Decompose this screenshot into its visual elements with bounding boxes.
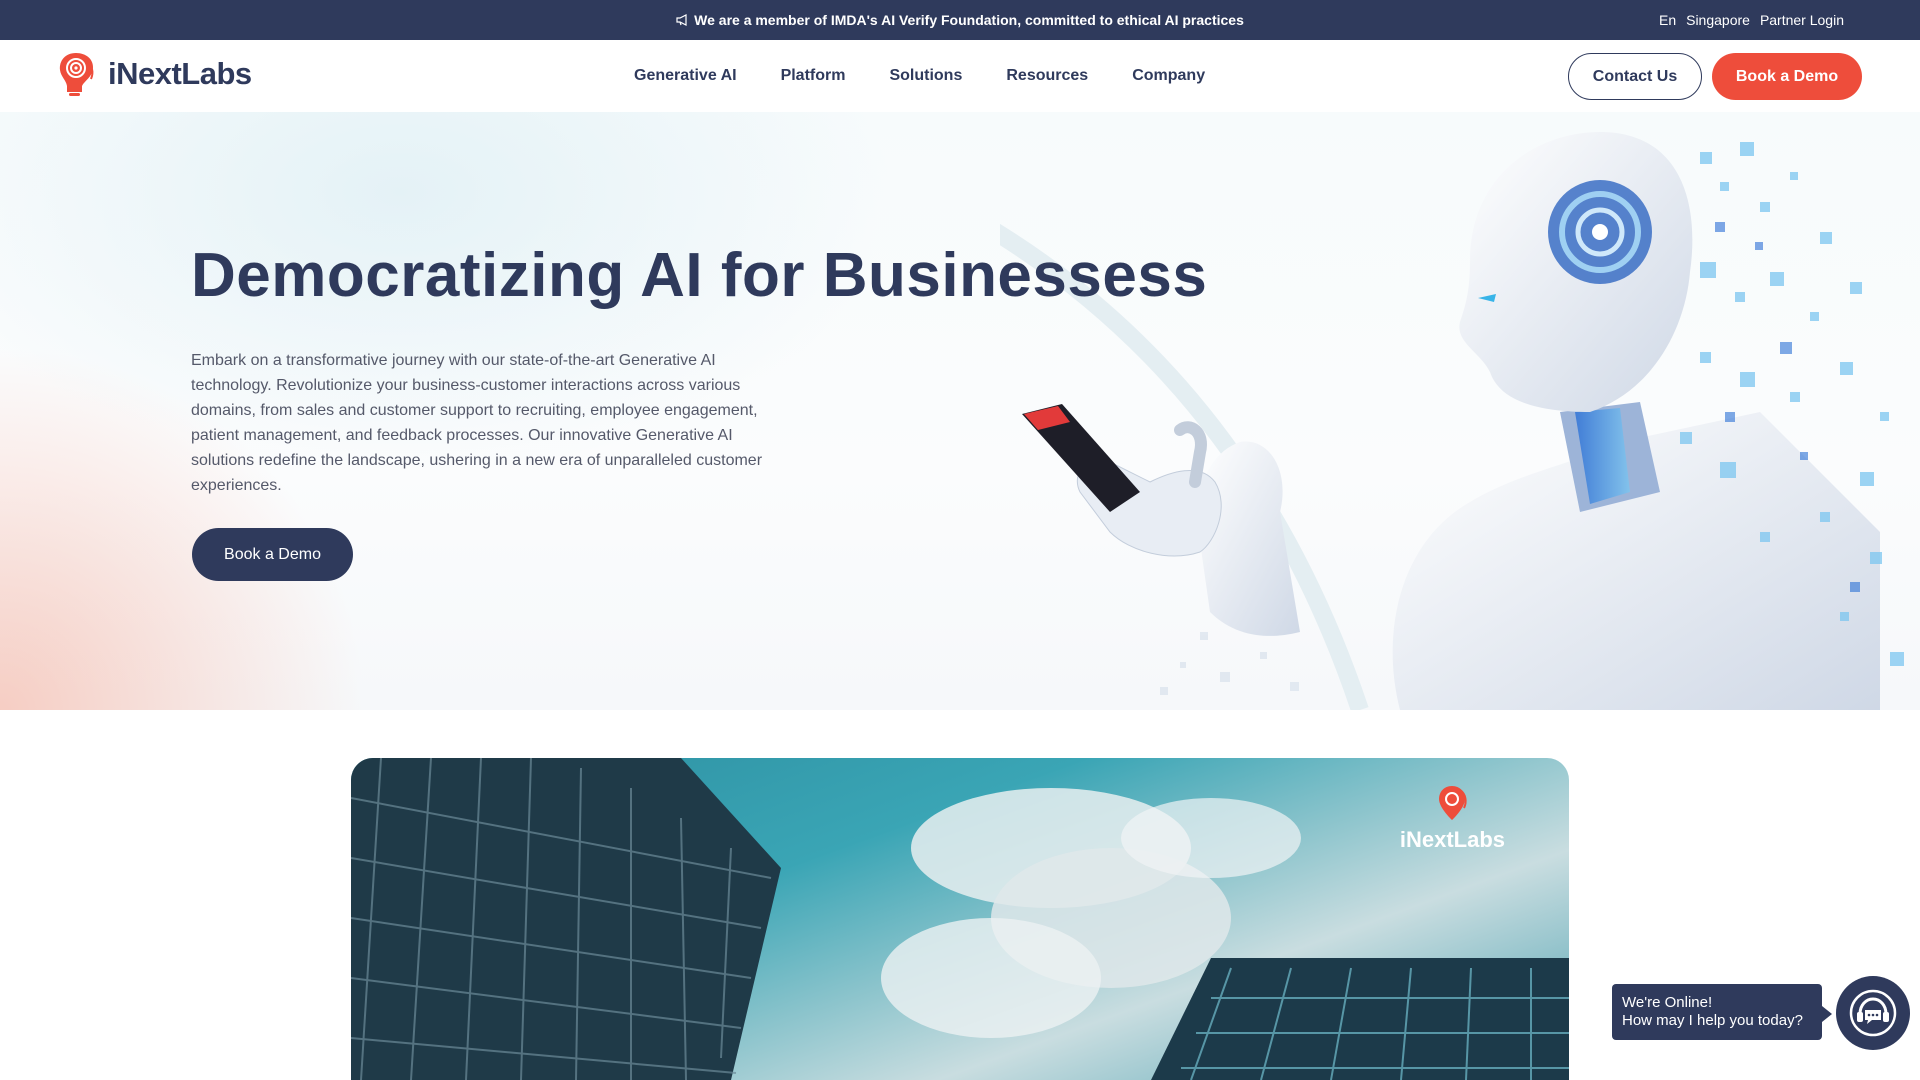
- chat-line-online: We're Online!: [1622, 994, 1713, 1011]
- language-link[interactable]: En: [1659, 12, 1676, 28]
- announcement: We are a member of IMDA's AI Verify Foun…: [0, 12, 1920, 28]
- nav-platform[interactable]: Platform: [781, 67, 846, 85]
- nav-solutions[interactable]: Solutions: [889, 67, 962, 85]
- utility-nav: En Singapore Partner Login: [1659, 12, 1844, 28]
- hero-section: Democratizing AI for Businessess Embark …: [0, 112, 1920, 710]
- hero-title: Democratizing AI for Businessess: [191, 241, 1208, 310]
- hero-description: Embark on a transformative journey with …: [191, 352, 763, 494]
- main-nav: Generative AI Platform Solutions Resourc…: [634, 67, 1205, 85]
- announcement-text: We are a member of IMDA's AI Verify Foun…: [694, 12, 1244, 28]
- hero-video[interactable]: iNextLabs: [351, 758, 1569, 1080]
- megaphone-icon: [676, 14, 687, 26]
- robot-illustration: [1000, 132, 1904, 710]
- chat-support-icon: [1849, 989, 1897, 1037]
- region-link[interactable]: Singapore: [1686, 12, 1750, 28]
- chat-line-help: How may I help you today?: [1622, 1012, 1803, 1029]
- nav-resources[interactable]: Resources: [1006, 67, 1088, 85]
- hero-book-demo-button[interactable]: Book a Demo: [192, 528, 353, 581]
- map-pin-logo-icon: [1439, 786, 1468, 820]
- nav-company[interactable]: Company: [1132, 67, 1205, 85]
- nav-generative-ai[interactable]: Generative AI: [634, 67, 737, 85]
- lightbulb-logo-icon: [59, 53, 94, 96]
- brand-name: iNextLabs: [108, 56, 252, 91]
- chat-launcher-button[interactable]: [1836, 976, 1910, 1050]
- site-header: iNextLabs Generative AI Platform Solutio…: [0, 40, 1920, 112]
- chat-greeting[interactable]: We're Online! How may I help you today?: [1612, 984, 1832, 1040]
- video-logo-text: iNextLabs: [1399, 827, 1505, 852]
- brand-logo[interactable]: iNextLabs: [56, 49, 252, 99]
- contact-us-button[interactable]: Contact Us: [1568, 53, 1702, 100]
- announcement-bar: We are a member of IMDA's AI Verify Foun…: [0, 0, 1920, 40]
- skyscraper-image: [351, 758, 1569, 1080]
- book-demo-button[interactable]: Book a Demo: [1712, 53, 1862, 100]
- video-watermark-logo: iNextLabs: [1400, 784, 1505, 853]
- partner-login-link[interactable]: Partner Login: [1760, 12, 1844, 28]
